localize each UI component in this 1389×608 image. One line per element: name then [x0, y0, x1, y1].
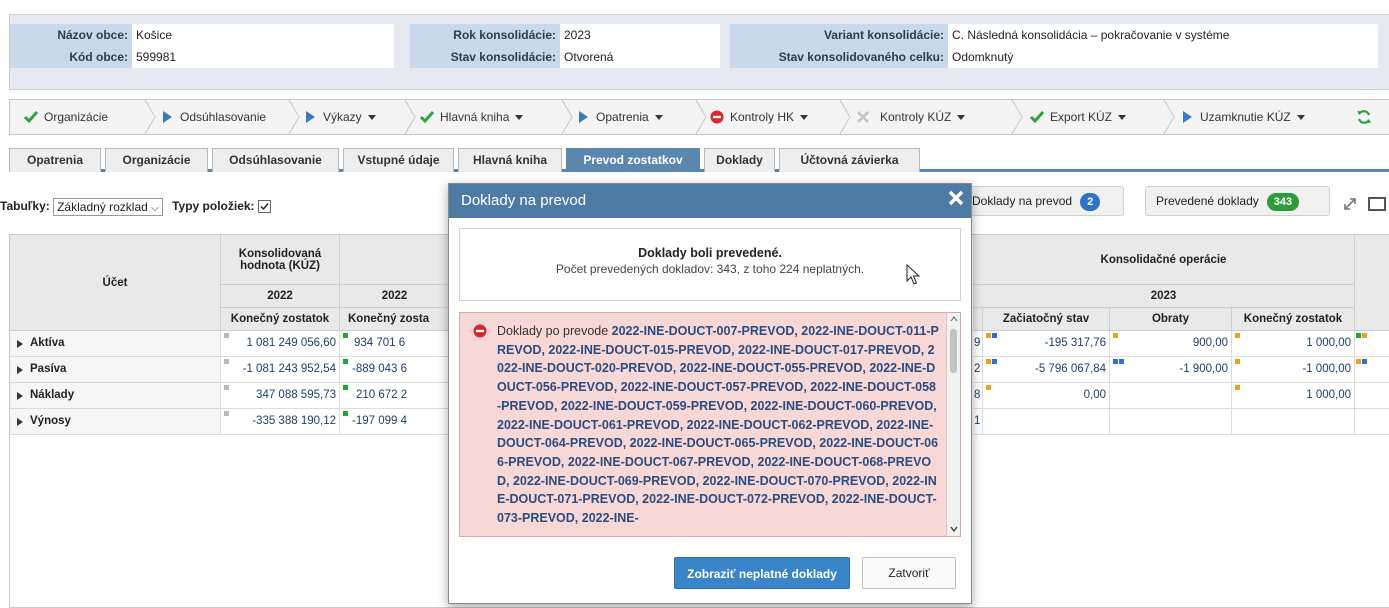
chevron-down-icon [367, 114, 376, 120]
expand-row-icon [17, 392, 23, 400]
chevron-down-icon: ⌵ [151, 202, 159, 214]
chevron-down-icon [800, 114, 809, 120]
chevron-down-icon [515, 114, 524, 120]
transferred-documents-count: 343 [1266, 192, 1300, 211]
dialog-header: Doklady na prevod [449, 184, 971, 218]
cross-icon [856, 110, 870, 124]
stop-icon [710, 110, 724, 124]
consolidation-state-label: Stav konsolidácie: [450, 50, 556, 64]
tables-label: Tabuľky: [0, 199, 50, 213]
consolidation-state: Otvorená [560, 46, 720, 68]
documents-to-transfer-count: 2 [1080, 192, 1101, 211]
transfer-result-title: Doklady boli prevedené. [638, 246, 782, 260]
step-separator-icon [1163, 100, 1175, 134]
expand-row-icon [17, 340, 23, 348]
expand-row-icon [17, 366, 23, 374]
play-icon [306, 111, 315, 123]
tab-odsuhlasovanie[interactable]: Odsúhlasovanie [212, 148, 339, 172]
table-row-aktiva[interactable]: Aktíva [10, 331, 221, 357]
account-header: Účet [10, 235, 221, 331]
expand-icon[interactable] [1343, 197, 1357, 211]
check-icon [420, 111, 434, 124]
close-button[interactable]: Zatvoriť [862, 557, 956, 589]
checkmark-icon [260, 203, 269, 211]
tables-select[interactable]: Základný rozklad ⌵ [53, 197, 163, 216]
play-icon [163, 111, 172, 123]
municipality-code-label: Kód obce: [69, 50, 128, 64]
kuz-header: Konsolidovaná hodnota (KÚZ) [221, 235, 340, 285]
tab-vstupne-udaje[interactable]: Vstupné údaje [343, 148, 454, 172]
toolbar-export-kuz[interactable]: Export KÚZ [1030, 100, 1127, 134]
toolbar-organizacie[interactable]: Organizácie [24, 100, 108, 134]
item-types-checkbox[interactable] [257, 200, 271, 214]
step-separator-icon [695, 100, 707, 134]
tab-uctovna-zavierka[interactable]: Účtovná závierka [779, 148, 920, 172]
tab-doklady[interactable]: Doklady [704, 148, 775, 172]
table-row-vynosy[interactable]: Výnosy [10, 409, 221, 435]
chevron-down-icon[interactable] [950, 526, 958, 532]
play-icon [1183, 111, 1192, 123]
transfer-documents-dialog: Doklady na prevod Doklady boli prevedené… [448, 183, 972, 604]
chevron-up-icon[interactable] [950, 316, 958, 322]
tab-prevod-zostatkov[interactable]: Prevod zostatkov [566, 148, 700, 172]
tab-hlavna-kniha[interactable]: Hlavná kniha [458, 148, 562, 172]
consolidation-operations-header: Konsolidačné operácie [973, 235, 1355, 285]
chevron-down-icon [1296, 114, 1305, 120]
step-separator-icon [561, 100, 573, 134]
play-icon [579, 111, 588, 123]
dialog-title: Doklady na prevod [461, 192, 587, 209]
refresh-icon [1357, 110, 1371, 124]
entity-state-label: Stav konsolidovaného celku: [778, 50, 944, 64]
step-separator-icon [1011, 100, 1023, 134]
workflow-toolbar: Organizácie Odsúhlasovanie Výkazy Hlavná… [9, 99, 1389, 135]
entity-state: Odomknutý [948, 46, 1378, 68]
transfer-result-summary: Počet prevedených dokladov: 343, z toho … [555, 262, 865, 276]
consolidation-variant-label: Variant konsolidácie: [823, 28, 944, 42]
invalid-document-ids: 2022-INE-DOUCT-007-PREVOD, 2022-INE-DOUC… [497, 324, 939, 526]
table-row-naklady[interactable]: Náklady [10, 383, 221, 409]
tab-opatrenia[interactable]: Opatrenia [9, 148, 101, 172]
main-tabs: Opatrenia Organizácie Odsúhlasovanie Vst… [9, 148, 1389, 172]
toolbar-vykazy[interactable]: Výkazy [303, 100, 376, 134]
expand-row-icon [17, 418, 23, 426]
step-separator-icon [839, 100, 851, 134]
toolbar-opatrenia[interactable]: Opatrenia [576, 100, 663, 134]
tab-organizacie[interactable]: Organizácie [105, 148, 208, 172]
step-separator-icon [288, 100, 300, 134]
chevron-down-icon [957, 114, 966, 120]
consolidation-year-label: Rok konsolidácie: [453, 28, 556, 42]
municipality-name-label: Názov obce: [57, 28, 128, 42]
municipality-name: Košice [132, 24, 394, 46]
transferred-documents-button[interactable]: Prevedené doklady 343 [1145, 186, 1330, 216]
toolbar-kontroly-kuz[interactable]: Kontroly KÚZ [856, 100, 966, 134]
scrollbar-thumb[interactable] [950, 329, 957, 373]
invalid-documents-list[interactable]: Doklady po prevode 2022-INE-DOUCT-007-PR… [459, 312, 961, 537]
cursor-icon [906, 264, 920, 285]
check-icon [24, 111, 38, 124]
error-icon [473, 324, 487, 338]
consolidation-year: 2023 [560, 24, 720, 46]
toolbar-uzamknutie-kuz[interactable]: Uzamknutie KÚZ [1180, 100, 1305, 134]
refresh-button[interactable] [1356, 100, 1378, 134]
consolidation-variant: C. Následná konsolidácia – pokračovanie … [948, 24, 1378, 46]
documents-to-transfer-button[interactable]: Doklady na prevod 2 [961, 186, 1124, 216]
table-controls: Tabuľky: Základný rozklad ⌵ Typy položie… [0, 195, 271, 217]
transfer-result-info: Doklady boli prevedené. Počet prevedenýc… [459, 228, 961, 301]
maximize-icon[interactable] [1368, 197, 1386, 211]
toolbar-odsuhlasovanie[interactable]: Odsúhlasovanie [160, 100, 266, 134]
check-icon [1030, 111, 1044, 124]
toolbar-hlavna-kniha[interactable]: Hlavná kniha [420, 100, 524, 134]
step-separator-icon [404, 100, 416, 134]
list-scrollbar[interactable] [946, 313, 960, 536]
show-invalid-documents-button[interactable]: Zobraziť neplatné doklady [674, 557, 850, 589]
item-types-label: Typy položiek: [172, 199, 255, 213]
table-row-pasiva[interactable]: Pasíva [10, 357, 221, 383]
chevron-down-icon [1118, 114, 1127, 120]
consolidation-info-bar: Názov obce: Košice Kód obce: 599981 Rok ko… [9, 14, 1389, 90]
chevron-down-icon [654, 114, 663, 120]
toolbar-kontroly-hk[interactable]: Kontroly HK [710, 100, 809, 134]
close-icon[interactable] [947, 189, 965, 207]
municipality-code: 599981 [132, 46, 394, 68]
step-separator-icon [144, 100, 156, 134]
